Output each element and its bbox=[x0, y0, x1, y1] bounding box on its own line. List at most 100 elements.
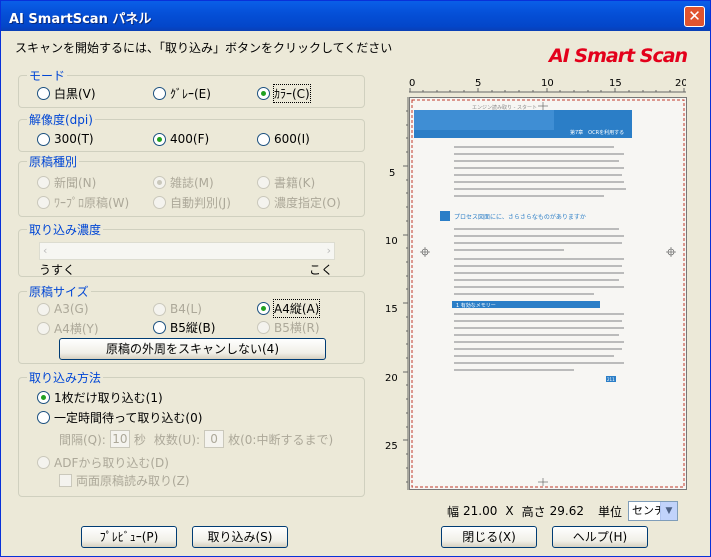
preview-heading: プロセス図面にに、さらさらなものがありますか bbox=[454, 213, 586, 221]
radio-icon bbox=[257, 176, 270, 189]
ruler-tick-label: 5 bbox=[389, 168, 395, 179]
capture-once-radio[interactable]: 1枚だけ取り込む(1) bbox=[37, 389, 163, 406]
mode-group: モード 白黒(V) ｸﾞﾚｰ(E) ｶﾗｰ(C) bbox=[18, 67, 365, 108]
radio-checked-icon bbox=[257, 302, 270, 315]
size-readout: 幅 21.00 X 高さ 29.62 単位 センチ ▼ bbox=[447, 501, 678, 521]
doctype-magazine-radio[interactable]: 雑誌(M) bbox=[153, 174, 214, 191]
preview-header-right: 第7章 OCRを利用する bbox=[570, 129, 624, 136]
radio-icon bbox=[257, 321, 270, 334]
radio-checked-icon bbox=[153, 132, 166, 146]
paper-size-group: 原稿サイズ A3(G) B4(L) A4縦(A) A4横(Y) B5縦(B) B… bbox=[18, 283, 365, 364]
ruler-tick-label: 25 bbox=[385, 441, 398, 452]
count-input[interactable]: 0 bbox=[204, 430, 225, 448]
mode-bw-radio[interactable]: 白黒(V) bbox=[37, 85, 96, 102]
height-label: 高さ bbox=[521, 504, 546, 519]
density-group: 取り込み濃度 ‹ › うすく こく bbox=[18, 221, 365, 277]
doctype-book-radio[interactable]: 書籍(K) bbox=[257, 174, 315, 191]
help-button[interactable]: ヘルプ(H) bbox=[552, 526, 648, 548]
capture-timed-radio[interactable]: 一定時間待って取り込む(0) bbox=[37, 409, 202, 426]
vertical-ruler: 5 10 15 20 25 bbox=[385, 97, 409, 490]
scan-button[interactable]: 取り込み(S) bbox=[192, 526, 288, 548]
capture-method-label: 取り込み方法 bbox=[27, 369, 104, 386]
radio-icon bbox=[37, 322, 50, 335]
ruler-tick-label: 5 bbox=[475, 78, 481, 89]
radio-icon bbox=[37, 87, 50, 100]
doctype-auto-radio[interactable]: 自動判別(J) bbox=[153, 194, 231, 211]
unit-select[interactable]: センチ ▼ bbox=[628, 501, 678, 521]
radio-icon bbox=[37, 196, 50, 209]
radio-icon bbox=[257, 196, 270, 209]
title-bar[interactable]: AI SmartScan パネル ✕ bbox=[1, 1, 710, 31]
resolution-group: 解像度(dpi) 300(T) 400(F) 600(I) bbox=[18, 111, 365, 152]
radio-icon bbox=[37, 411, 50, 424]
ruler-tick-label: 20 bbox=[675, 78, 686, 89]
density-label: 取り込み濃度 bbox=[27, 221, 104, 238]
doctype-wordprocessor-radio[interactable]: ﾜｰﾌﾟﾛ原稿(W) bbox=[37, 194, 129, 211]
doctype-density-radio[interactable]: 濃度指定(O) bbox=[257, 194, 341, 211]
window-title: AI SmartScan パネル bbox=[9, 12, 152, 27]
height-value: 29.62 bbox=[549, 504, 584, 518]
radio-checked-icon bbox=[37, 391, 50, 404]
scan-panel-window: AI SmartScan パネル ✕ スキャンを開始するには、「取り込み」ボタン… bbox=[0, 0, 711, 557]
resolution-label: 解像度(dpi) bbox=[27, 111, 95, 128]
close-button[interactable]: 閉じる(X) bbox=[441, 526, 537, 548]
doctype-newspaper-radio[interactable]: 新聞(N) bbox=[37, 174, 96, 191]
radio-icon bbox=[153, 87, 166, 100]
preview-button[interactable]: ﾌﾟﾚﾋﾞｭｰ(P) bbox=[81, 526, 177, 548]
resolution-400-radio[interactable]: 400(F) bbox=[153, 132, 209, 146]
density-min-label: うすく bbox=[39, 263, 76, 277]
radio-icon bbox=[37, 302, 50, 316]
capture-method-group: 取り込み方法 1枚だけ取り込む(1) 一定時間待って取り込む(0) 間隔(Q):… bbox=[18, 369, 365, 497]
radio-icon bbox=[153, 321, 166, 334]
duplex-checkbox[interactable]: 両面原稿読み取り(Z) bbox=[59, 472, 190, 489]
document-type-label: 原稿種別 bbox=[27, 153, 80, 170]
capture-adf-radio[interactable]: ADFから取り込む(D) bbox=[37, 454, 169, 471]
density-max-label: こく bbox=[309, 263, 334, 277]
ruler-tick-label: 0 bbox=[409, 78, 415, 89]
instruction-text: スキャンを開始するには、「取り込み」ボタンをクリックしてください bbox=[15, 41, 393, 55]
horizontal-ruler: 0 5 10 15 20 bbox=[409, 78, 686, 93]
radio-icon bbox=[37, 132, 50, 146]
ai-smartscan-logo: AI Smart Scan bbox=[549, 45, 689, 75]
ruler-tick-label: 15 bbox=[385, 304, 398, 315]
radio-icon bbox=[37, 176, 50, 189]
ruler-tick-label: 10 bbox=[385, 236, 398, 247]
radio-checked-icon bbox=[153, 176, 166, 189]
size-b4-radio[interactable]: B4(L) bbox=[153, 302, 202, 316]
radio-icon bbox=[257, 132, 270, 146]
skip-outer-edge-button[interactable]: 原稿の外周をスキャンしない(4) bbox=[59, 338, 326, 360]
close-window-button[interactable]: ✕ bbox=[684, 6, 705, 27]
preview-page-number: 211 bbox=[607, 377, 615, 382]
width-value: 21.00 bbox=[463, 504, 498, 518]
size-a3-radio[interactable]: A3(G) bbox=[37, 302, 89, 316]
mode-color-radio[interactable]: ｶﾗｰ(C) bbox=[257, 84, 311, 103]
preview-section: 1 有効なメモリー bbox=[456, 302, 496, 309]
document-type-group: 原稿種別 新聞(N) 雑誌(M) 書籍(K) ﾜｰﾌﾟﾛ原稿(W) 自動判別(J… bbox=[18, 153, 365, 217]
times-sign: X bbox=[505, 504, 514, 518]
chevron-down-icon: ▼ bbox=[660, 502, 677, 520]
radio-checked-icon bbox=[257, 87, 270, 100]
resolution-300-radio[interactable]: 300(T) bbox=[37, 132, 94, 146]
size-b5-portrait-radio[interactable]: B5縦(B) bbox=[153, 319, 215, 336]
radio-icon bbox=[37, 456, 50, 469]
radio-icon bbox=[153, 196, 166, 209]
ruler-tick-label: 20 bbox=[385, 373, 398, 384]
size-b5-landscape-radio[interactable]: B5横(R) bbox=[257, 319, 320, 336]
scanned-page-preview: エンジン読み取り - スタート 第7章 OCRを利用する プロセス図面にに、さら… bbox=[410, 98, 686, 489]
density-slider[interactable]: ‹ › bbox=[39, 242, 335, 260]
size-a4-portrait-radio[interactable]: A4縦(A) bbox=[257, 299, 321, 318]
interval-input[interactable]: 10 bbox=[109, 430, 130, 448]
mode-label: モード bbox=[27, 67, 68, 84]
chevron-right-icon: › bbox=[326, 244, 331, 257]
logo-text: AI Smart Scan bbox=[549, 45, 688, 67]
scan-preview-area[interactable]: エンジン読み取り - スタート 第7章 OCRを利用する プロセス図面にに、さら… bbox=[409, 97, 687, 490]
mode-gray-radio[interactable]: ｸﾞﾚｰ(E) bbox=[153, 85, 211, 102]
size-a4-landscape-radio[interactable]: A4横(Y) bbox=[37, 320, 99, 337]
timed-settings-row: 間隔(Q): 10 秒 枚数(U): 0 枚(0:中断するまで) bbox=[59, 430, 334, 448]
radio-icon bbox=[153, 302, 166, 316]
unit-label: 単位 bbox=[597, 504, 622, 519]
ruler-tick-label: 15 bbox=[609, 78, 622, 89]
resolution-600-radio[interactable]: 600(I) bbox=[257, 132, 310, 146]
chevron-left-icon: ‹ bbox=[43, 244, 48, 257]
preview-header-left: エンジン読み取り - スタート bbox=[472, 104, 537, 111]
